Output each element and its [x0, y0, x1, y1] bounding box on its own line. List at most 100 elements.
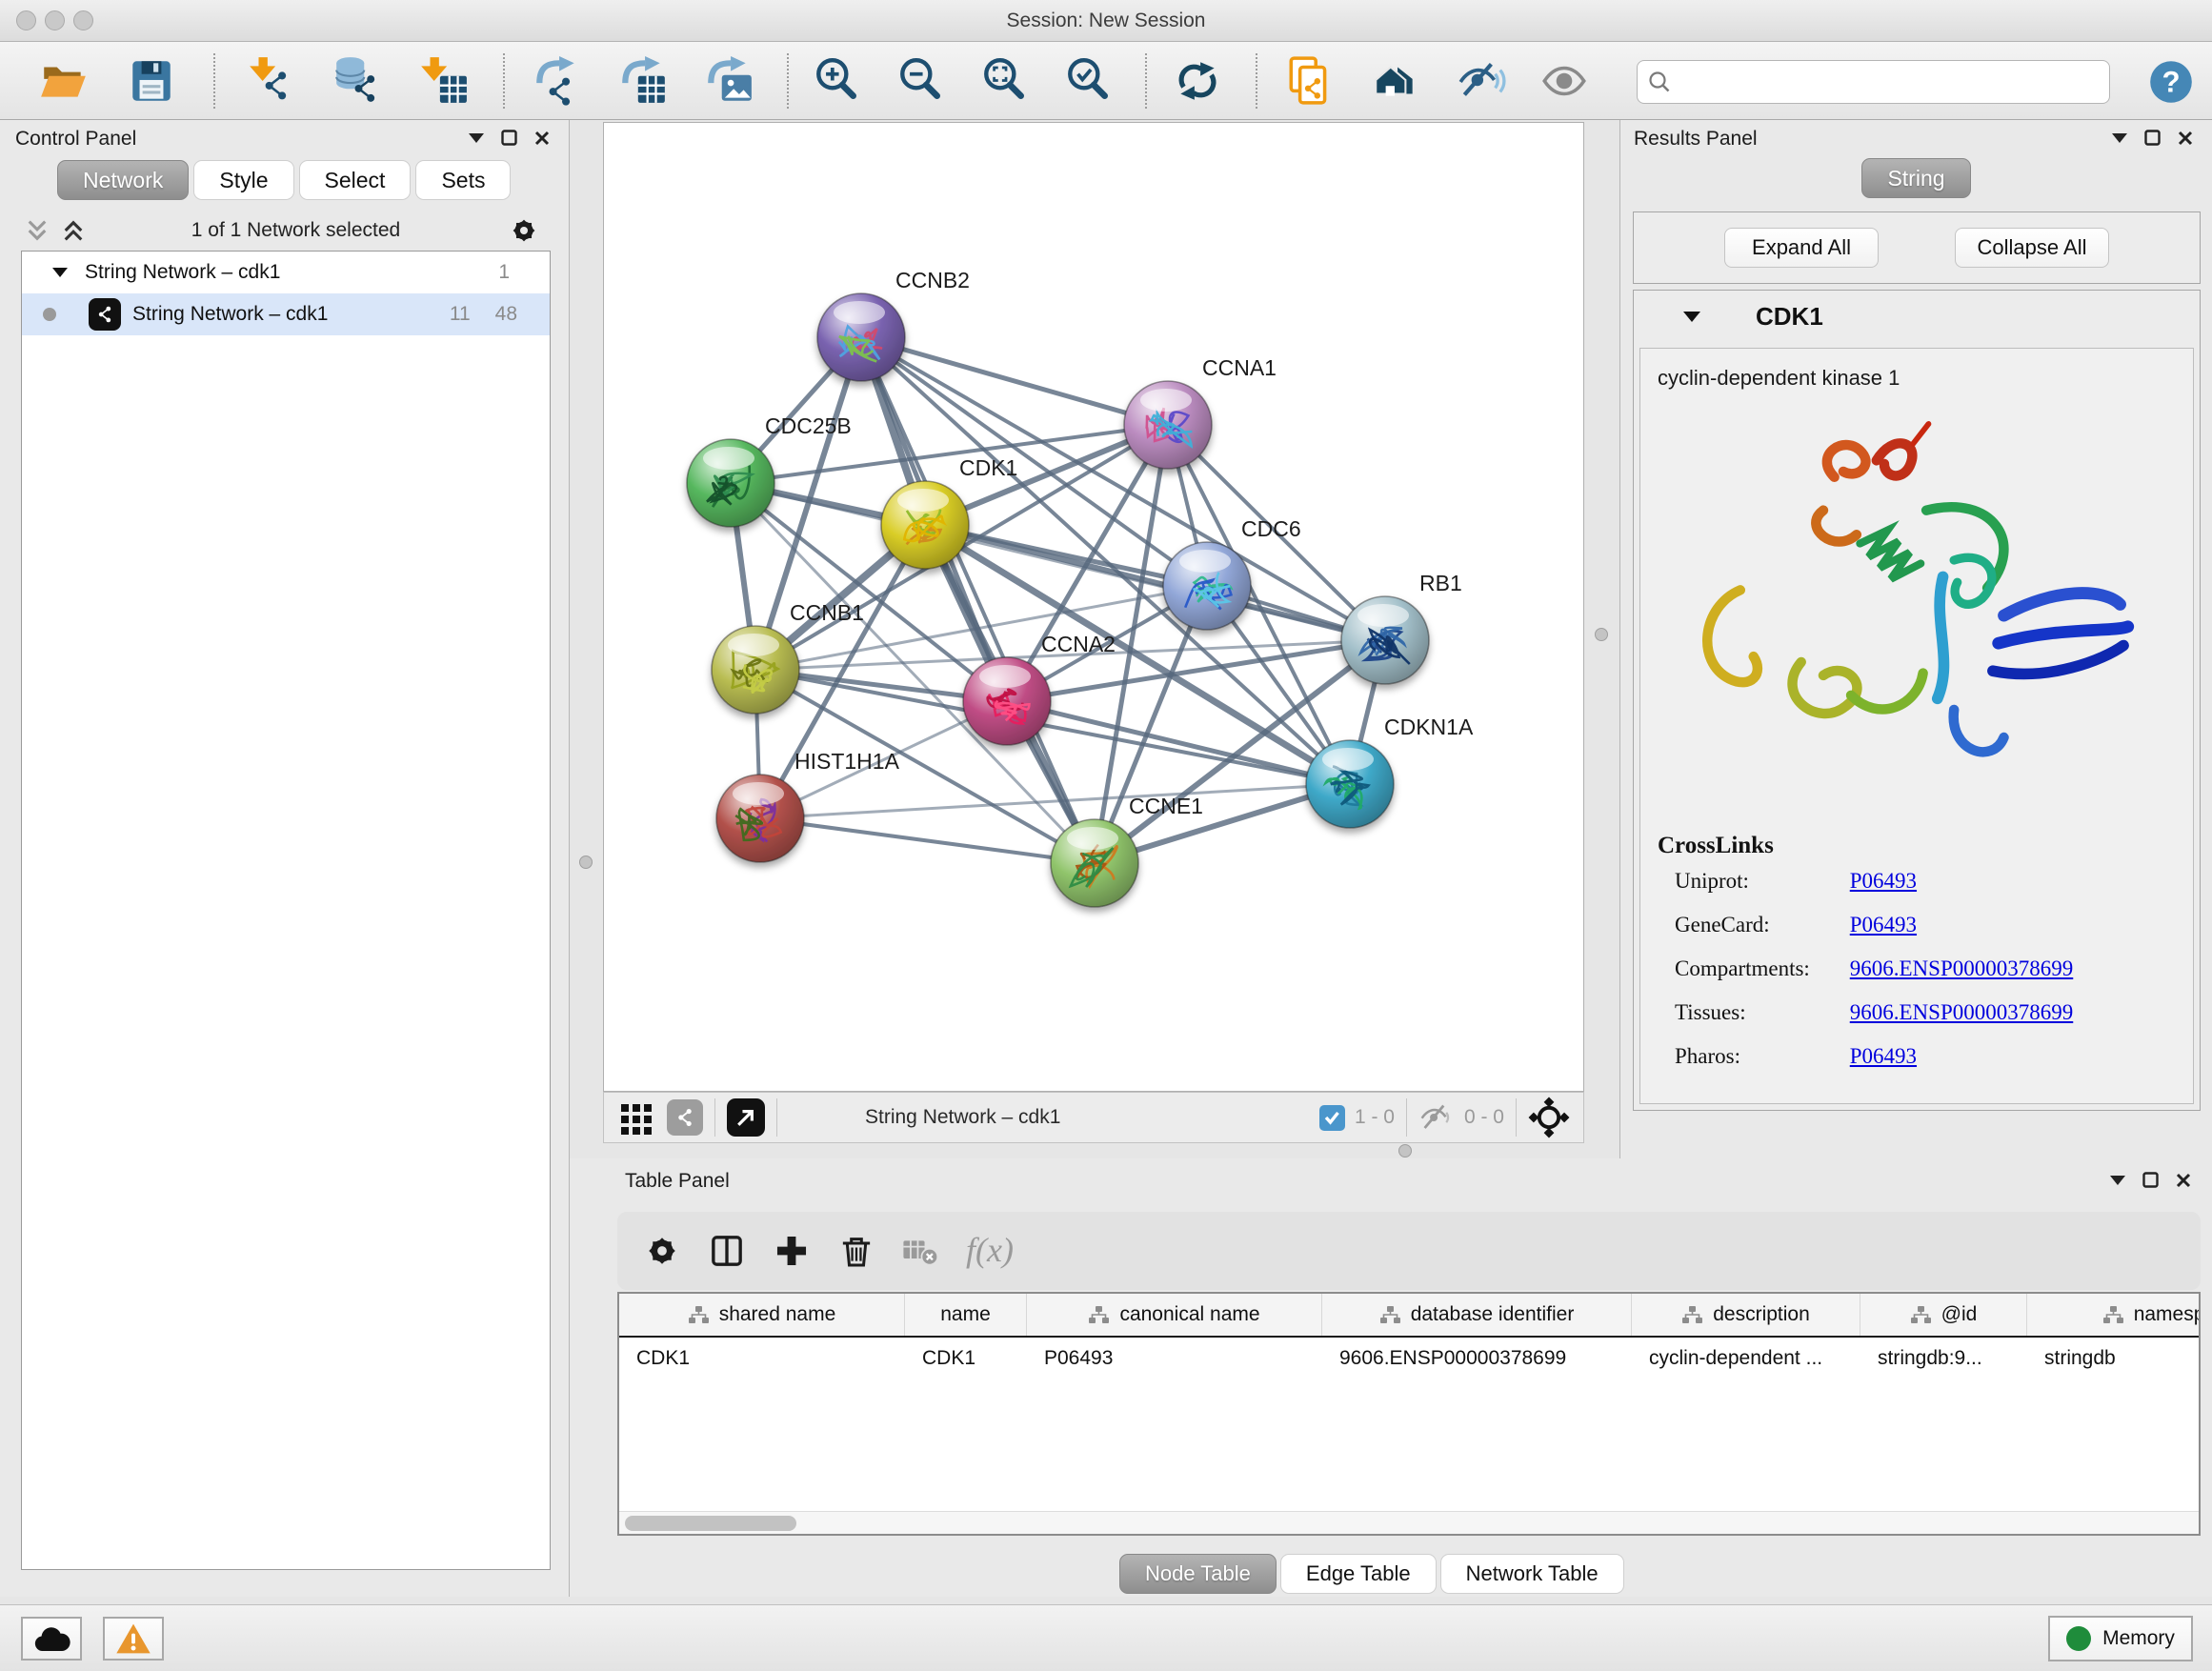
graph-node-CCNA1[interactable]: CCNA1 [1124, 355, 1277, 469]
collection-expander-icon[interactable] [52, 267, 68, 278]
column-header-namespace[interactable]: namespace [2027, 1294, 2201, 1336]
memory-button[interactable]: Memory [2048, 1616, 2193, 1661]
import-table-file-icon[interactable] [417, 55, 469, 107]
graph-edge-CCNB2-CCNE1[interactable] [861, 337, 1095, 863]
export-table-icon[interactable] [617, 55, 669, 107]
zoom-fit-icon[interactable] [979, 55, 1031, 107]
column-header--id[interactable]: @id [1860, 1294, 2027, 1336]
graph-node-CCNB1[interactable]: CCNB1 [712, 600, 864, 714]
table-panel: Table Panel [570, 1158, 2212, 1597]
zoom-out-icon[interactable] [895, 55, 947, 107]
zoom-in-icon[interactable] [812, 55, 863, 107]
column-header-description[interactable]: description [1632, 1294, 1860, 1336]
column-header-shared-name[interactable]: shared name [619, 1294, 905, 1336]
import-network-database-icon[interactable] [332, 55, 383, 107]
control-panel: Control Panel Network Style Select Sets … [0, 120, 570, 1597]
hide-eye-slash-icon[interactable] [1456, 55, 1507, 107]
panel-menu-icon[interactable] [2112, 133, 2127, 143]
clone-network-icon[interactable] [1284, 55, 1336, 107]
panel-menu-icon[interactable] [2110, 1176, 2125, 1185]
graph-node-CDKN1A[interactable]: CDKN1A [1306, 715, 1474, 828]
tissues-link[interactable]: 9606.ENSP00000378699 [1850, 1000, 2074, 1024]
export-network-icon[interactable] [532, 55, 583, 107]
column-header-database-identifier[interactable]: database identifier [1322, 1294, 1632, 1336]
tab-edge-table[interactable]: Edge Table [1280, 1554, 1437, 1594]
column-header-name[interactable]: name [905, 1294, 1027, 1336]
table-horizontal-scrollbar[interactable] [619, 1511, 2199, 1534]
home-pages-icon[interactable] [1370, 55, 1421, 107]
table-cell[interactable]: 9606.ENSP00000378699 [1322, 1347, 1632, 1370]
network-options-gear-icon[interactable] [506, 212, 542, 249]
graph-node-label: CCNA2 [1041, 632, 1116, 656]
bottom-splitter-handle[interactable] [1398, 1144, 1412, 1158]
close-panel-icon[interactable] [534, 131, 550, 146]
compartments-link[interactable]: 9606.ENSP00000378699 [1850, 956, 2074, 980]
table-cell[interactable]: cyclin-dependent ... [1632, 1347, 1860, 1370]
pharos-link[interactable]: P06493 [1850, 1044, 1917, 1068]
open-session-icon[interactable] [38, 55, 90, 107]
collapse-all-button[interactable]: Collapse All [1955, 228, 2109, 268]
column-header-canonical-name[interactable]: canonical name [1027, 1294, 1322, 1336]
panel-menu-icon[interactable] [469, 133, 484, 143]
toolbar-search[interactable] [1637, 60, 2110, 104]
tab-select[interactable]: Select [299, 160, 412, 200]
scrollbar-thumb[interactable] [625, 1516, 796, 1531]
tab-network-table[interactable]: Network Table [1440, 1554, 1624, 1594]
delete-column-icon[interactable] [835, 1229, 878, 1273]
network-share-icon[interactable] [667, 1099, 703, 1136]
left-splitter-handle[interactable] [579, 856, 593, 869]
graph-edge-CCNE1-HIST1H1A[interactable] [760, 818, 1095, 863]
refresh-icon[interactable] [1172, 55, 1223, 107]
graph-node-CDK1[interactable]: CDK1 [881, 455, 1017, 569]
expand-all-icon[interactable] [61, 218, 86, 243]
table-options-gear-icon[interactable] [640, 1229, 684, 1273]
tab-style[interactable]: Style [193, 160, 293, 200]
right-splitter-handle[interactable] [1595, 628, 1608, 641]
float-panel-icon[interactable] [2142, 1172, 2159, 1188]
gene-header-row[interactable]: CDK1 [1634, 291, 2200, 342]
import-network-file-icon[interactable] [246, 55, 297, 107]
float-panel-icon[interactable] [501, 130, 517, 146]
table-cell[interactable]: CDK1 [619, 1347, 905, 1370]
collapse-all-icon[interactable] [25, 218, 50, 243]
table-cell[interactable]: stringdb [2027, 1347, 2201, 1370]
network-collection-row[interactable]: String Network – cdk1 1 [22, 252, 550, 293]
table-row[interactable]: CDK1CDK1P064939606.ENSP00000378699cyclin… [619, 1338, 2199, 1379]
close-panel-icon[interactable] [2176, 1173, 2191, 1188]
help-icon[interactable]: ? [2145, 56, 2197, 108]
tab-sets[interactable]: Sets [415, 160, 511, 200]
graph-node-RB1[interactable]: RB1 [1341, 571, 1462, 684]
show-eye-icon[interactable] [1538, 55, 1590, 107]
float-panel-icon[interactable] [2144, 130, 2161, 146]
show-columns-icon[interactable] [705, 1229, 749, 1273]
birds-eye-toggle-icon[interactable] [1528, 1097, 1570, 1138]
export-image-icon[interactable] [703, 55, 754, 107]
uniprot-link[interactable]: P06493 [1850, 869, 1917, 893]
tab-network[interactable]: Network [57, 160, 189, 200]
genecard-link[interactable]: P06493 [1850, 913, 1917, 936]
tab-string[interactable]: String [1861, 158, 1970, 198]
results-panel-title: Results Panel [1634, 128, 1758, 151]
graph-node-CCNE1[interactable]: CCNE1 [1051, 794, 1203, 907]
grid-view-icon[interactable] [619, 1100, 654, 1135]
zoom-selected-icon[interactable] [1063, 55, 1115, 107]
selected-checkbox-icon[interactable] [1319, 1105, 1345, 1131]
graph-node-label: CDK1 [959, 455, 1017, 480]
table-cell[interactable]: P06493 [1027, 1347, 1322, 1370]
network-graph[interactable]: CCNB2CCNA1CDC25BCDK1CDC6RB1CCNB1CCNA2CDK… [604, 123, 1583, 1091]
close-panel-icon[interactable] [2178, 131, 2193, 146]
tab-node-table[interactable]: Node Table [1119, 1554, 1277, 1594]
network-canvas[interactable]: CCNB2CCNA1CDC25BCDK1CDC6RB1CCNB1CCNA2CDK… [603, 122, 1584, 1092]
warnings-button[interactable] [103, 1617, 164, 1661]
cloud-button[interactable] [21, 1617, 82, 1661]
open-in-window-icon[interactable] [727, 1098, 765, 1137]
save-session-icon[interactable] [126, 55, 177, 107]
graph-node-HIST1H1A[interactable]: HIST1H1A [716, 749, 900, 862]
gene-expander-icon[interactable] [1683, 311, 1700, 323]
table-cell[interactable]: CDK1 [905, 1347, 1027, 1370]
search-input[interactable] [1672, 71, 2109, 93]
expand-all-button[interactable]: Expand All [1724, 228, 1879, 268]
add-column-icon[interactable] [770, 1229, 814, 1273]
network-row-selected[interactable]: String Network – cdk1 11 48 [22, 293, 550, 335]
table-cell[interactable]: stringdb:9... [1860, 1347, 2027, 1370]
